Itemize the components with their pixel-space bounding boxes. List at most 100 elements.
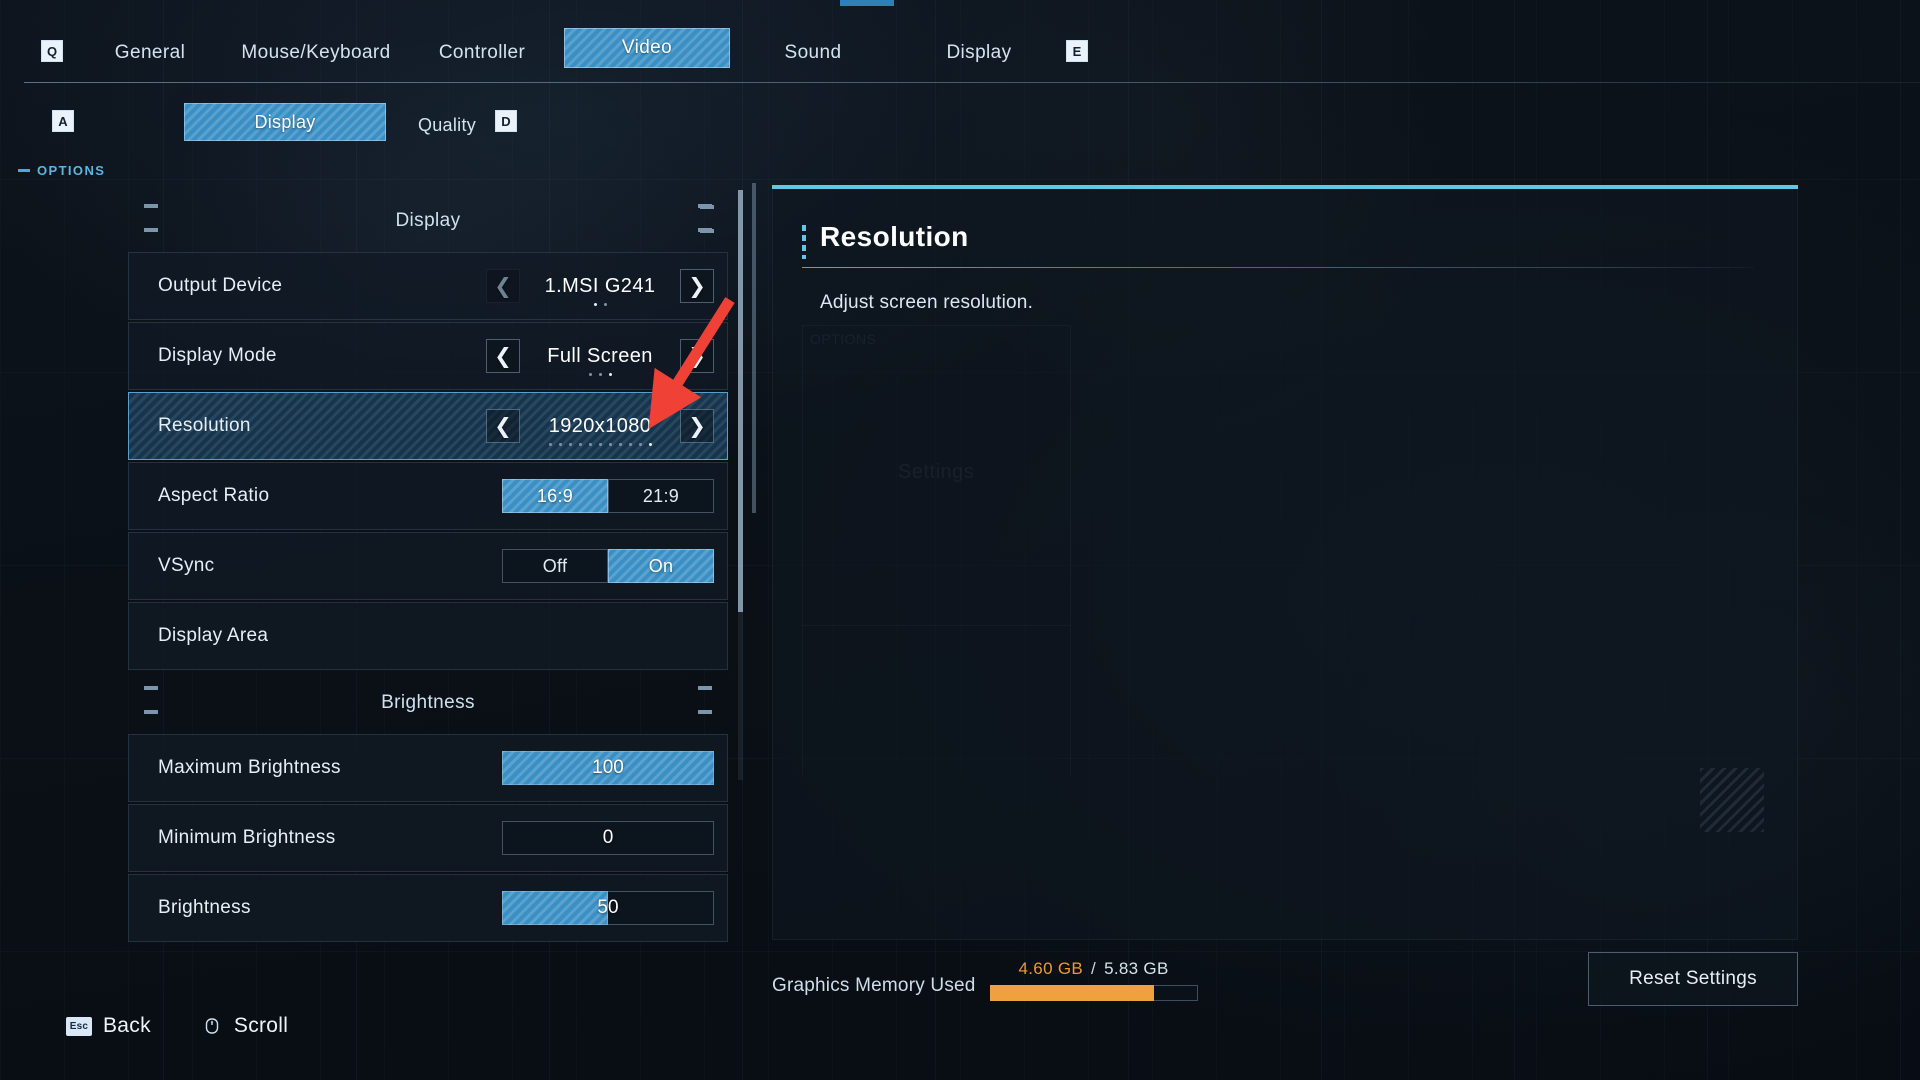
setting-row[interactable]: Output Device ❮ 1.MSI G241 ❯	[128, 252, 728, 320]
stepper-page-dots	[520, 442, 680, 446]
chevron-left-icon[interactable]: ❮	[486, 339, 520, 373]
tab-display[interactable]: Display	[919, 33, 1039, 73]
footer-hint[interactable]: Esc Back	[66, 1014, 151, 1038]
tab-general[interactable]: General	[95, 33, 205, 73]
tab-video[interactable]: Video	[564, 28, 730, 68]
detail-ghost-preview: OPTIONS Settings	[802, 325, 1102, 775]
stepper-control[interactable]: ❮ 1920x1080 ❯	[486, 409, 714, 446]
setting-row[interactable]: Brightness 50	[128, 874, 728, 942]
segmented-toggle[interactable]: Off On	[502, 549, 714, 583]
footer-hint-label: Back	[103, 1014, 151, 1037]
page-dot	[593, 302, 597, 306]
stepper-control[interactable]: ❮ 1.MSI G241 ❯	[486, 269, 714, 306]
group-header: Brightness	[128, 672, 728, 734]
slider-control[interactable]: 0	[502, 821, 714, 855]
segment-option[interactable]: On	[608, 549, 714, 583]
tab-controller[interactable]: Controller	[412, 33, 552, 73]
game-settings-screen: Q General Mouse/Keyboard Controller Video Sou…	[0, 0, 1920, 1080]
next-subtab-key-icon[interactable]: D	[495, 110, 517, 132]
group-header: Display	[128, 190, 728, 252]
stepper-page-dots	[520, 372, 680, 376]
setting-label: Maximum Brightness	[158, 757, 341, 778]
setting-row[interactable]: Display Area	[128, 602, 728, 670]
slider-control[interactable]: 50	[502, 891, 714, 925]
top-accent-bar	[840, 0, 894, 6]
segment-option[interactable]: 21:9	[608, 479, 714, 513]
memory-bar-track	[989, 985, 1198, 1001]
next-category-key-icon[interactable]: E	[1066, 40, 1088, 62]
setting-control[interactable]: 0	[502, 804, 714, 872]
chevron-left-icon[interactable]: ❮	[486, 269, 520, 303]
setting-control[interactable]: ❮ 1.MSI G241 ❯	[486, 252, 714, 320]
setting-label: VSync	[158, 555, 215, 576]
segment-option[interactable]: Off	[502, 549, 608, 583]
subtab-quality[interactable]: Quality	[387, 107, 507, 144]
segmented-toggle[interactable]: 16:9 21:9	[502, 479, 714, 513]
setting-control[interactable]: ❮ 1920x1080 ❯	[486, 392, 714, 460]
tick-mark	[700, 205, 714, 209]
group-title: Brightness	[381, 692, 475, 713]
detail-title-underline	[802, 267, 1754, 268]
ghost-label: Settings	[898, 461, 975, 483]
top-bar-divider	[24, 82, 1920, 83]
page-dot	[603, 302, 607, 306]
setting-row[interactable]: Maximum Brightness 100	[128, 734, 728, 802]
setting-control[interactable]: 16:9 21:9	[502, 462, 714, 530]
prev-subtab-key-icon[interactable]: A	[52, 110, 74, 132]
settings-scrollbar[interactable]	[738, 190, 743, 780]
tick-mark	[700, 229, 714, 233]
page-dot	[608, 442, 612, 446]
stepper-value: 1920x1080	[520, 414, 680, 446]
stepper-value-text: Full Screen	[547, 344, 653, 367]
setting-control[interactable]: Off On	[502, 532, 714, 600]
setting-control[interactable]: ❮ Full Screen ❯	[486, 322, 714, 390]
graphics-memory-column: 4.60 GB / 5.83 GB	[989, 959, 1198, 1001]
setting-row[interactable]: Aspect Ratio 16:9 21:9	[128, 462, 728, 530]
chevron-right-icon[interactable]: ❯	[680, 269, 714, 303]
options-caption-label: OPTIONS	[37, 163, 106, 178]
page-dot	[628, 442, 632, 446]
setting-label: Resolution	[158, 415, 251, 436]
setting-label: Brightness	[158, 897, 251, 918]
slider-value: 100	[592, 757, 624, 778]
footer-hint-label: Scroll	[233, 1014, 289, 1037]
graphics-memory-meter: Graphics Memory Used 4.60 GB / 5.83 GB	[772, 955, 1292, 1001]
tick-mark	[698, 710, 712, 714]
detail-panel-top-line	[772, 185, 1798, 189]
footer-hints: Esc Back Scroll	[66, 1005, 288, 1047]
setting-label: Aspect Ratio	[158, 485, 270, 506]
tick-mark	[144, 710, 158, 714]
setting-control[interactable]: 50	[502, 874, 714, 942]
ghost-caption: OPTIONS	[810, 331, 877, 347]
tab-sound[interactable]: Sound	[758, 33, 868, 73]
ghost-line	[802, 325, 1070, 326]
memory-total-value: 5.83 GB	[1104, 959, 1169, 978]
page-dot	[568, 442, 572, 446]
scrollbar-thumb[interactable]	[738, 190, 743, 612]
setting-row[interactable]: Display Mode ❮ Full Screen ❯	[128, 322, 728, 390]
settings-list[interactable]: Display Output Device ❮ 1.MSI G241 ❯ Display …	[128, 190, 728, 942]
detail-title-bracket-icon	[802, 225, 806, 259]
reset-settings-button[interactable]: Reset Settings	[1588, 952, 1798, 1006]
stepper-control[interactable]: ❮ Full Screen ❯	[486, 339, 714, 376]
chevron-left-icon[interactable]: ❮	[486, 409, 520, 443]
tick-mark	[698, 686, 712, 690]
setting-row[interactable]: Minimum Brightness 0	[128, 804, 728, 872]
chevron-right-icon[interactable]: ❯	[680, 409, 714, 443]
slider-control[interactable]: 100	[502, 751, 714, 785]
stepper-value-text: 1920x1080	[548, 414, 652, 437]
memory-used-value: 4.60 GB	[1018, 959, 1084, 978]
detail-panel-accent-line	[752, 183, 756, 513]
footer-hint[interactable]: Scroll	[201, 1014, 288, 1038]
setting-row[interactable]: Resolution ❮ 1920x1080 ❯	[128, 392, 728, 460]
setting-control[interactable]: 100	[502, 734, 714, 802]
setting-label: Display Mode	[158, 345, 277, 366]
memory-bar-fill	[989, 985, 1154, 1001]
chevron-right-icon[interactable]: ❯	[680, 339, 714, 373]
tab-mouse-keyboard[interactable]: Mouse/Keyboard	[226, 33, 406, 73]
page-dot	[638, 442, 642, 446]
prev-category-key-icon[interactable]: Q	[41, 40, 63, 62]
segment-option[interactable]: 16:9	[502, 479, 608, 513]
subtab-display[interactable]: Display	[184, 103, 386, 141]
setting-row[interactable]: VSync Off On	[128, 532, 728, 600]
